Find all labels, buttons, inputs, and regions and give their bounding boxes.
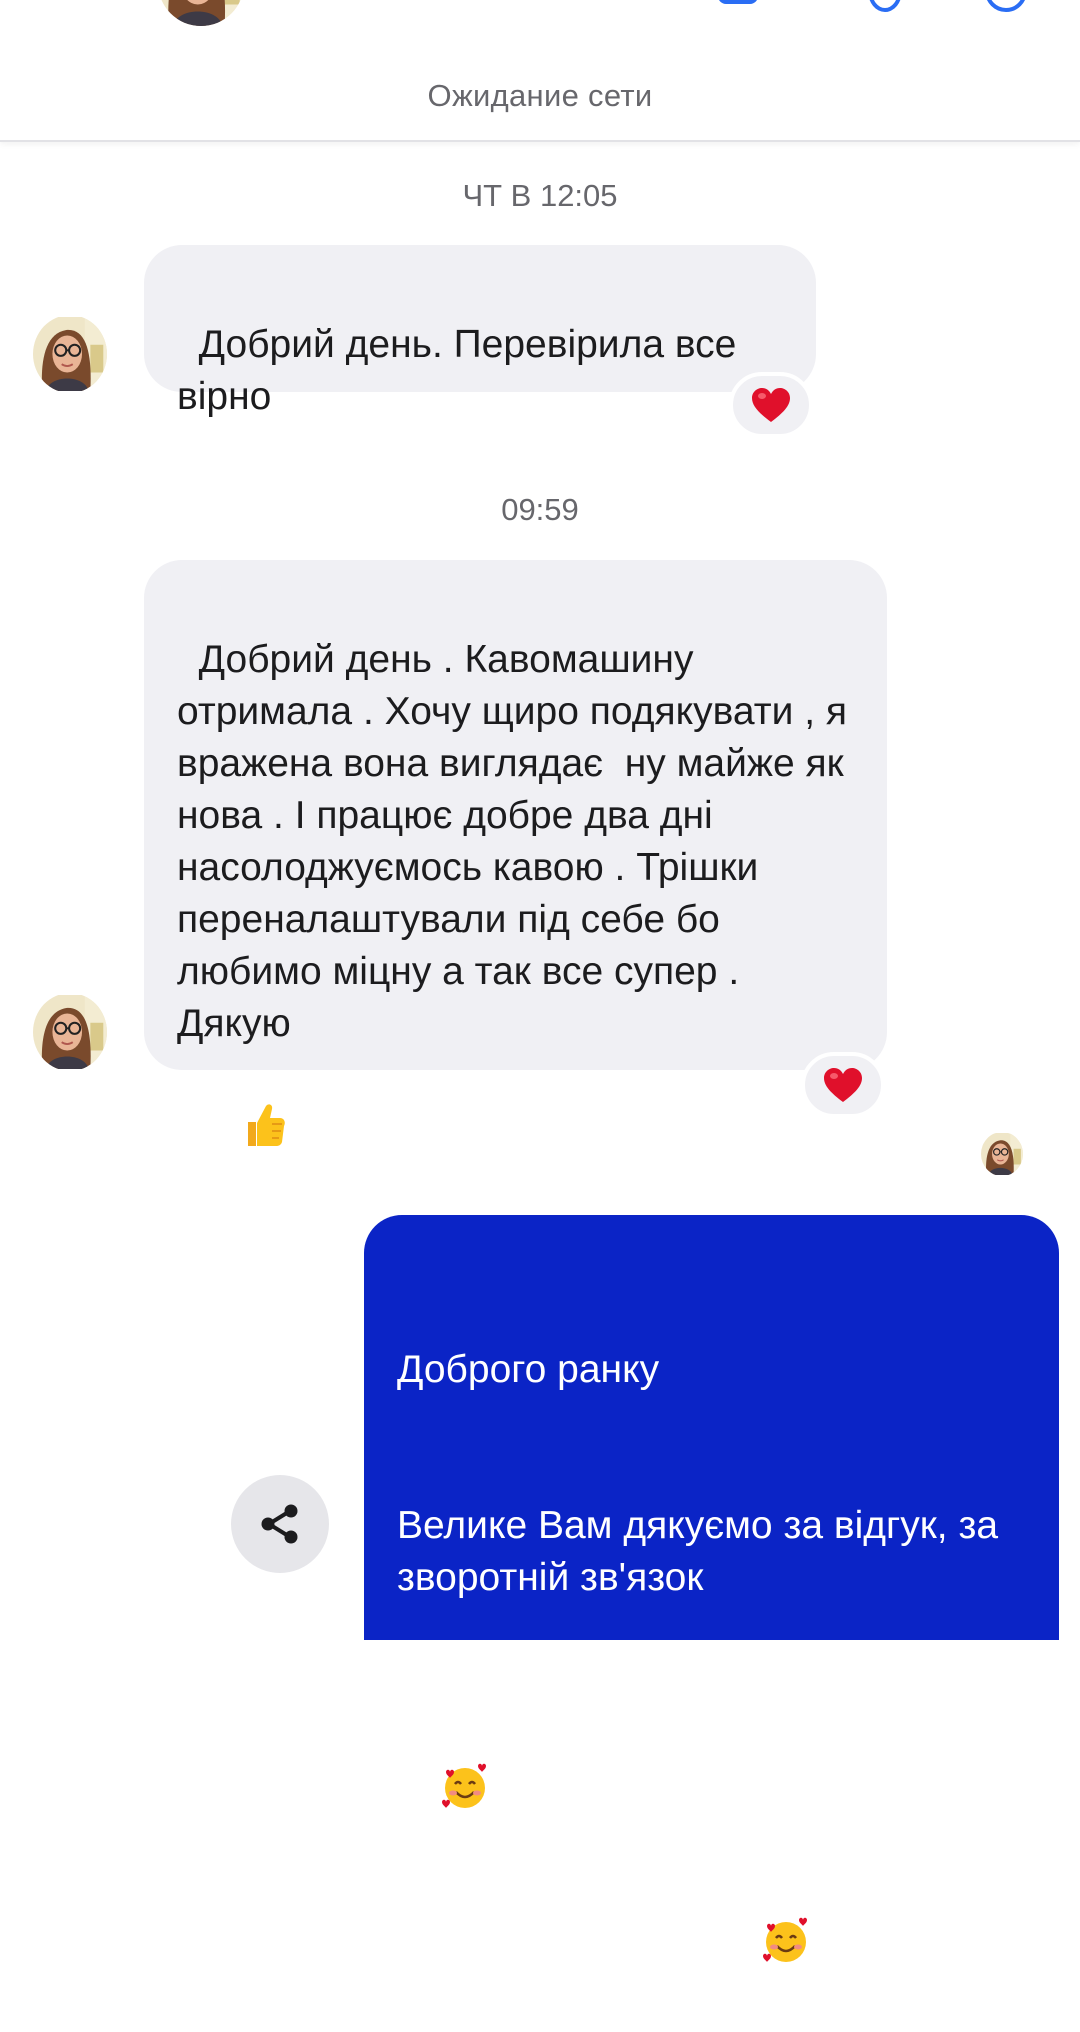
info-icon[interactable] (985, 0, 1027, 12)
sender-avatar[interactable] (33, 315, 107, 393)
outgoing-message[interactable]: Доброго ранку Велике Вам дякуємо за відг… (364, 1215, 1059, 1969)
contact-avatar[interactable] (158, 0, 244, 26)
heart-icon (823, 1067, 863, 1103)
seen-avatar (981, 1132, 1023, 1176)
chat-header: Ожидание сети (0, 0, 1080, 142)
sender-avatar[interactable] (33, 993, 107, 1071)
message-text: Добрий день . Кавомашину отримала . Хочу… (177, 638, 858, 1045)
reply-line: Велике Вам дякуємо за відгук, за зворотн… (397, 1504, 1009, 1599)
smiling-face-with-hearts-icon (761, 1916, 811, 1980)
thumbs-up-icon (199, 1050, 286, 1214)
incoming-message[interactable]: Добрий день. Перевірила все вірно (144, 245, 816, 418)
video-call-icon[interactable] (718, 0, 758, 4)
connection-status: Ожидание сети (427, 78, 653, 113)
smiling-face-with-hearts-icon (397, 1708, 1029, 1808)
message-timestamp: ЧТ В 12:05 (462, 178, 618, 213)
message-text: Добрий день. Перевірила все вірно (177, 323, 748, 418)
reaction-badge[interactable] (729, 372, 813, 438)
call-icon[interactable] (868, 0, 902, 12)
reply-line: Доброго ранку (397, 1348, 660, 1391)
heart-icon (751, 387, 791, 423)
share-icon (261, 1504, 298, 1544)
message-timestamp: 09:59 (501, 492, 579, 527)
reaction-badge[interactable] (801, 1052, 885, 1118)
reply-line: Нехай кавомашина приносить тільки задово… (397, 1864, 1029, 1980)
incoming-message[interactable]: Добрий день . Кавомашину отримала . Хочу… (144, 560, 887, 1146)
share-button[interactable] (231, 1475, 329, 1573)
